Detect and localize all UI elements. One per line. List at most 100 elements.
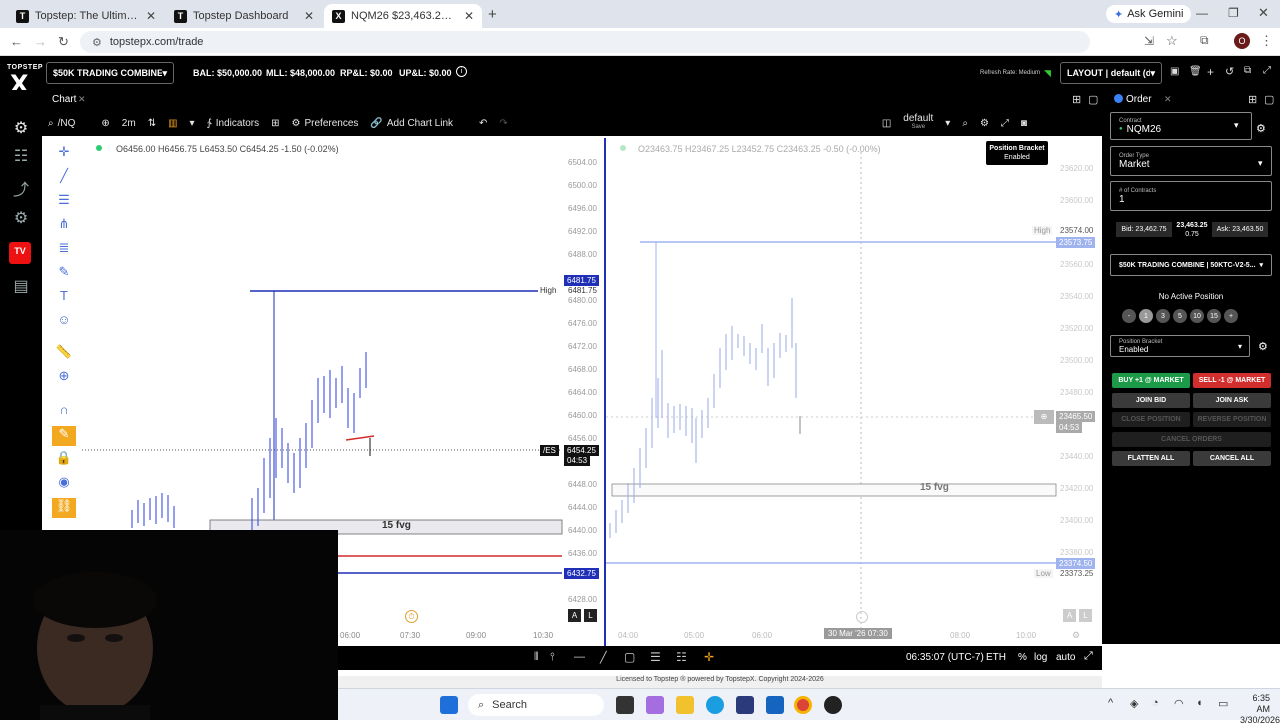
qty-1-button[interactable]: 1 <box>1139 309 1153 323</box>
taskbar-search[interactable]: ⌕ Search <box>468 694 604 716</box>
accounts-icon[interactable]: ☷ <box>8 146 34 168</box>
gear-icon[interactable]: ⚙ <box>974 110 995 136</box>
add-widget-icon[interactable]: ⊞ <box>1248 93 1257 106</box>
auto-scale-button[interactable]: A <box>1063 609 1076 622</box>
qty-3-button[interactable]: 3 <box>1156 309 1170 323</box>
brush-icon[interactable]: ✎ <box>52 264 76 284</box>
zoom-in-icon[interactable]: ⊕ <box>52 368 76 388</box>
auto-toggle[interactable]: auto <box>1056 652 1075 663</box>
fullscreen-icon[interactable]: ⤢ <box>1084 650 1093 663</box>
qty-minus-button[interactable]: - <box>1122 309 1136 323</box>
add-symbol-icon[interactable]: ⊕ <box>95 110 115 136</box>
undo-icon[interactable]: ↶ <box>473 110 493 136</box>
preferences-button[interactable]: ⚙ Preferences <box>286 110 365 136</box>
battery-icon[interactable]: ▭ <box>1218 697 1228 710</box>
profile-avatar[interactable]: O <box>1234 33 1250 49</box>
template-selector[interactable]: default Save <box>897 110 939 136</box>
clock-icon[interactable]: ⏱ <box>405 610 418 623</box>
buy-market-button[interactable]: BUY +1 @ MARKET <box>1112 373 1190 388</box>
camera-icon[interactable]: ◙ <box>1015 110 1033 136</box>
maximize-icon[interactable]: ❐ <box>1228 6 1239 20</box>
trading-icon[interactable]: ⚙ <box>8 118 34 140</box>
browser-tab-dashboard[interactable]: T Topstep Dashboard ✕ <box>166 4 322 28</box>
outlook-icon[interactable] <box>766 696 784 714</box>
forward-icon[interactable]: → <box>34 34 47 49</box>
eye-icon[interactable]: ◉ <box>52 474 76 494</box>
cancel-orders-button[interactable]: CANCEL ORDERS <box>1112 432 1271 447</box>
add-layout-icon[interactable]: + <box>1207 65 1214 79</box>
back-icon[interactable]: ← <box>10 34 23 49</box>
nq-chart-pane[interactable]: O23463.75 H23467.25 L23452.75 C23463.25 … <box>606 138 1102 646</box>
stats-icon[interactable]: ⤴ <box>8 176 34 199</box>
chart-type-icon[interactable]: ▥ <box>162 110 183 136</box>
site-info-icon[interactable]: ⚙ <box>92 36 102 49</box>
windows-start-icon[interactable] <box>440 696 458 714</box>
task-view-icon[interactable] <box>616 696 634 714</box>
bracket-selector[interactable]: Position Bracket Enabled <box>1110 335 1250 357</box>
extensions-icon[interactable]: ⧉ <box>1200 33 1209 48</box>
chevron-down-icon[interactable]: ▾ <box>1238 342 1242 351</box>
delete-layout-icon[interactable]: 🗑 <box>1189 66 1202 77</box>
window-close-icon[interactable]: ✕ <box>1258 5 1269 21</box>
rectangle-icon[interactable]: ▢ <box>624 650 635 664</box>
maximize-widget-icon[interactable]: ▢ <box>1264 93 1274 106</box>
indicators-button[interactable]: ∱ Indicators <box>201 110 266 136</box>
copilot-icon[interactable] <box>646 696 664 714</box>
join-ask-button[interactable]: JOIN ASK <box>1193 393 1271 408</box>
log-scale-button[interactable]: L <box>584 609 597 622</box>
qty-15-button[interactable]: 15 <box>1207 309 1221 323</box>
layout-selector[interactable]: LAYOUT | default (draft) ▾ <box>1060 62 1162 84</box>
order-account-selector[interactable]: $50K TRADING COMBINE | 50KTC-V2-5... ▾ <box>1110 254 1272 276</box>
cancel-all-button[interactable]: CANCEL ALL <box>1193 451 1271 466</box>
install-app-icon[interactable]: ⇲ <box>1144 34 1154 48</box>
tray-chevron-icon[interactable]: ^ <box>1108 697 1113 709</box>
add-chart-link-button[interactable]: 🔗 Add Chart Link <box>364 110 459 136</box>
browser-tab-topstep[interactable]: T Topstep: The Ultimate Trading ✕ <box>8 4 164 28</box>
wifi-icon[interactable]: ◠ <box>1174 697 1184 710</box>
join-bid-button[interactable]: JOIN BID <box>1112 393 1190 408</box>
magnet-icon[interactable]: ∩ <box>52 402 76 422</box>
menu-kebab-icon[interactable]: ⋮ <box>1260 33 1273 49</box>
recording-app-icon[interactable] <box>824 696 842 714</box>
clock-icon[interactable] <box>856 611 868 623</box>
order-type-selector[interactable]: Order Type Market <box>1110 146 1272 176</box>
contract-selector[interactable]: Contract ● NQM26 <box>1110 112 1252 140</box>
fib-icon[interactable]: ≣ <box>52 240 76 260</box>
channel-icon[interactable]: ☷ <box>676 650 687 664</box>
interval-button[interactable]: 2m <box>116 110 142 136</box>
cursor-icon[interactable]: ⫯ <box>550 651 555 664</box>
bookmark-star-icon[interactable]: ☆ <box>1166 33 1178 49</box>
magnify-icon[interactable]: ⌕ <box>956 110 974 136</box>
symbol-search[interactable]: ⌕ /NQ <box>42 110 81 136</box>
fullscreen-icon[interactable]: ⤢ <box>1263 65 1271 76</box>
log-toggle[interactable]: log <box>1034 652 1047 663</box>
ruler-icon[interactable]: 📏 <box>52 344 76 364</box>
close-icon[interactable]: ✕ <box>78 94 86 105</box>
qty-plus-button[interactable]: + <box>1224 309 1238 323</box>
fullscreen-icon[interactable]: ⤢ <box>995 110 1015 136</box>
close-position-button[interactable]: CLOSE POSITION <box>1112 412 1190 427</box>
sidebar-toggle-icon[interactable]: ◫ <box>876 110 897 136</box>
close-icon[interactable]: ✕ <box>304 9 314 23</box>
gear-icon[interactable]: ⚙ <box>1258 340 1268 353</box>
edge-icon[interactable] <box>706 696 724 714</box>
add-widget-icon[interactable]: ⊞ <box>1072 93 1081 106</box>
crosshair-icon[interactable]: ✛ <box>52 144 76 164</box>
reload-icon[interactable]: ↻ <box>58 34 69 50</box>
crosshair-icon[interactable]: ✛ <box>704 650 714 664</box>
save-layout-icon[interactable]: ▣ <box>1170 66 1179 77</box>
taskbar-clock[interactable]: 6:35 AM 3/30/2026 <box>1240 693 1280 726</box>
session-toggle[interactable]: ETH <box>986 652 1006 663</box>
horizontal-lines-icon[interactable]: ☰ <box>52 192 76 212</box>
sell-market-button[interactable]: SELL -1 @ MARKET <box>1193 373 1271 388</box>
bid-price[interactable]: Bid: 23,462.75 <box>1116 222 1172 237</box>
link-icon[interactable]: ⛓ <box>52 498 76 518</box>
close-icon[interactable]: ✕ <box>1164 94 1172 105</box>
settings-icon[interactable]: ⚙ <box>8 208 34 230</box>
layout-grid-icon[interactable]: ⊞ <box>265 110 285 136</box>
chevron-down-icon[interactable]: ▾ <box>939 110 956 136</box>
chevron-down-icon[interactable]: ▾ <box>1234 120 1239 131</box>
pencil-lock-icon[interactable]: ✎ <box>52 426 76 446</box>
account-selector[interactable]: $50K TRADING COMBINE | 5... ▾ <box>46 62 174 84</box>
compare-icon[interactable]: ⇅ <box>142 110 162 136</box>
